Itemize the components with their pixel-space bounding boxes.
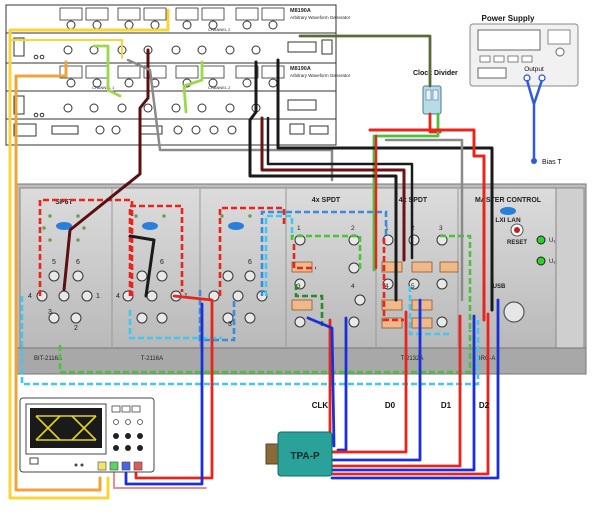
- svg-text:1: 1: [96, 293, 100, 300]
- awg-2-model: M8190A: [290, 66, 311, 72]
- svg-text:4: 4: [116, 293, 120, 300]
- test-setup-diagram: M8190A Arbitrary Waveform Generator CHAN…: [0, 0, 593, 511]
- awg-2-channel-b: CHANNEL 2: [208, 85, 231, 90]
- svg-text:5: 5: [411, 283, 415, 290]
- svg-text:4: 4: [351, 283, 355, 290]
- lxi-lan-label: LXI LAN: [495, 217, 521, 224]
- signal-labels: CLK D0 D1 D2: [312, 401, 490, 410]
- svg-text:6: 6: [160, 259, 164, 266]
- awg-2-channel-a: CHANNEL 1: [92, 85, 115, 90]
- usb-label: USB: [493, 284, 506, 290]
- awg-2-subtitle: Arbitrary Waveform Generator: [290, 73, 351, 78]
- awg-chassis-base: [5, 118, 337, 146]
- power-supply-title: Power Supply: [482, 14, 535, 23]
- svg-text:5: 5: [52, 259, 56, 266]
- awg-1-subtitle: Arbitrary Waveform Generator: [290, 15, 351, 20]
- u2-label: U₂: [549, 259, 556, 265]
- svg-text:1: 1: [297, 225, 301, 232]
- signal-d2: D2: [479, 401, 490, 410]
- signal-clk: CLK: [312, 401, 329, 410]
- u1-label: U₁: [549, 238, 555, 244]
- module-label-1: BIT-2116A: [34, 356, 62, 362]
- svg-text:4: 4: [28, 293, 32, 300]
- awg-unit-1: M8190A Arbitrary Waveform Generator CHAN…: [5, 4, 351, 64]
- svg-text:3: 3: [228, 321, 232, 328]
- svg-text:3: 3: [439, 225, 443, 232]
- bias-t-node: [531, 158, 537, 164]
- svg-text:2: 2: [351, 225, 355, 232]
- reset-label: RESET: [507, 240, 527, 246]
- brand-logo-icon: [142, 222, 158, 230]
- u2-led-icon: [536, 256, 546, 266]
- awg-1-model: M8190A: [290, 8, 311, 14]
- u1-led-icon: [536, 235, 546, 245]
- module-label-2: T-2116A: [141, 356, 163, 362]
- probe-label: TPA-P: [290, 451, 320, 462]
- clock-divider-label: Clock Divider: [413, 70, 458, 77]
- module-label-4: BRC-A: [477, 356, 496, 362]
- scope-screen: [30, 408, 102, 448]
- power-supply: Power Supply Output: [469, 14, 579, 87]
- power-knob[interactable]: [503, 301, 525, 323]
- clock-divider: Clock Divider: [413, 70, 458, 115]
- oscilloscope: [19, 397, 155, 473]
- brand-logo-icon: [228, 222, 244, 230]
- svg-text:2: 2: [74, 325, 78, 332]
- signal-d0: D0: [385, 401, 396, 410]
- bias-t-label: Bias T: [542, 159, 562, 166]
- bias-t-wire: [525, 79, 544, 160]
- svg-text:3: 3: [297, 283, 301, 290]
- brand-logo-icon: [500, 207, 516, 215]
- svg-text:6: 6: [248, 259, 252, 266]
- tpa-p-probe: TPA-P: [265, 431, 333, 477]
- section-spdt-1: 4x SPDT: [312, 197, 341, 204]
- output-label: Output: [524, 66, 544, 73]
- svg-text:4: 4: [385, 283, 389, 290]
- signal-d1: D1: [441, 401, 452, 410]
- reset-button[interactable]: [514, 227, 520, 233]
- svg-text:6: 6: [76, 259, 80, 266]
- awg-unit-2: M8190A Arbitrary Waveform Generator CHAN…: [5, 62, 351, 120]
- awg-1-channel-b: CHANNEL 2: [208, 27, 231, 32]
